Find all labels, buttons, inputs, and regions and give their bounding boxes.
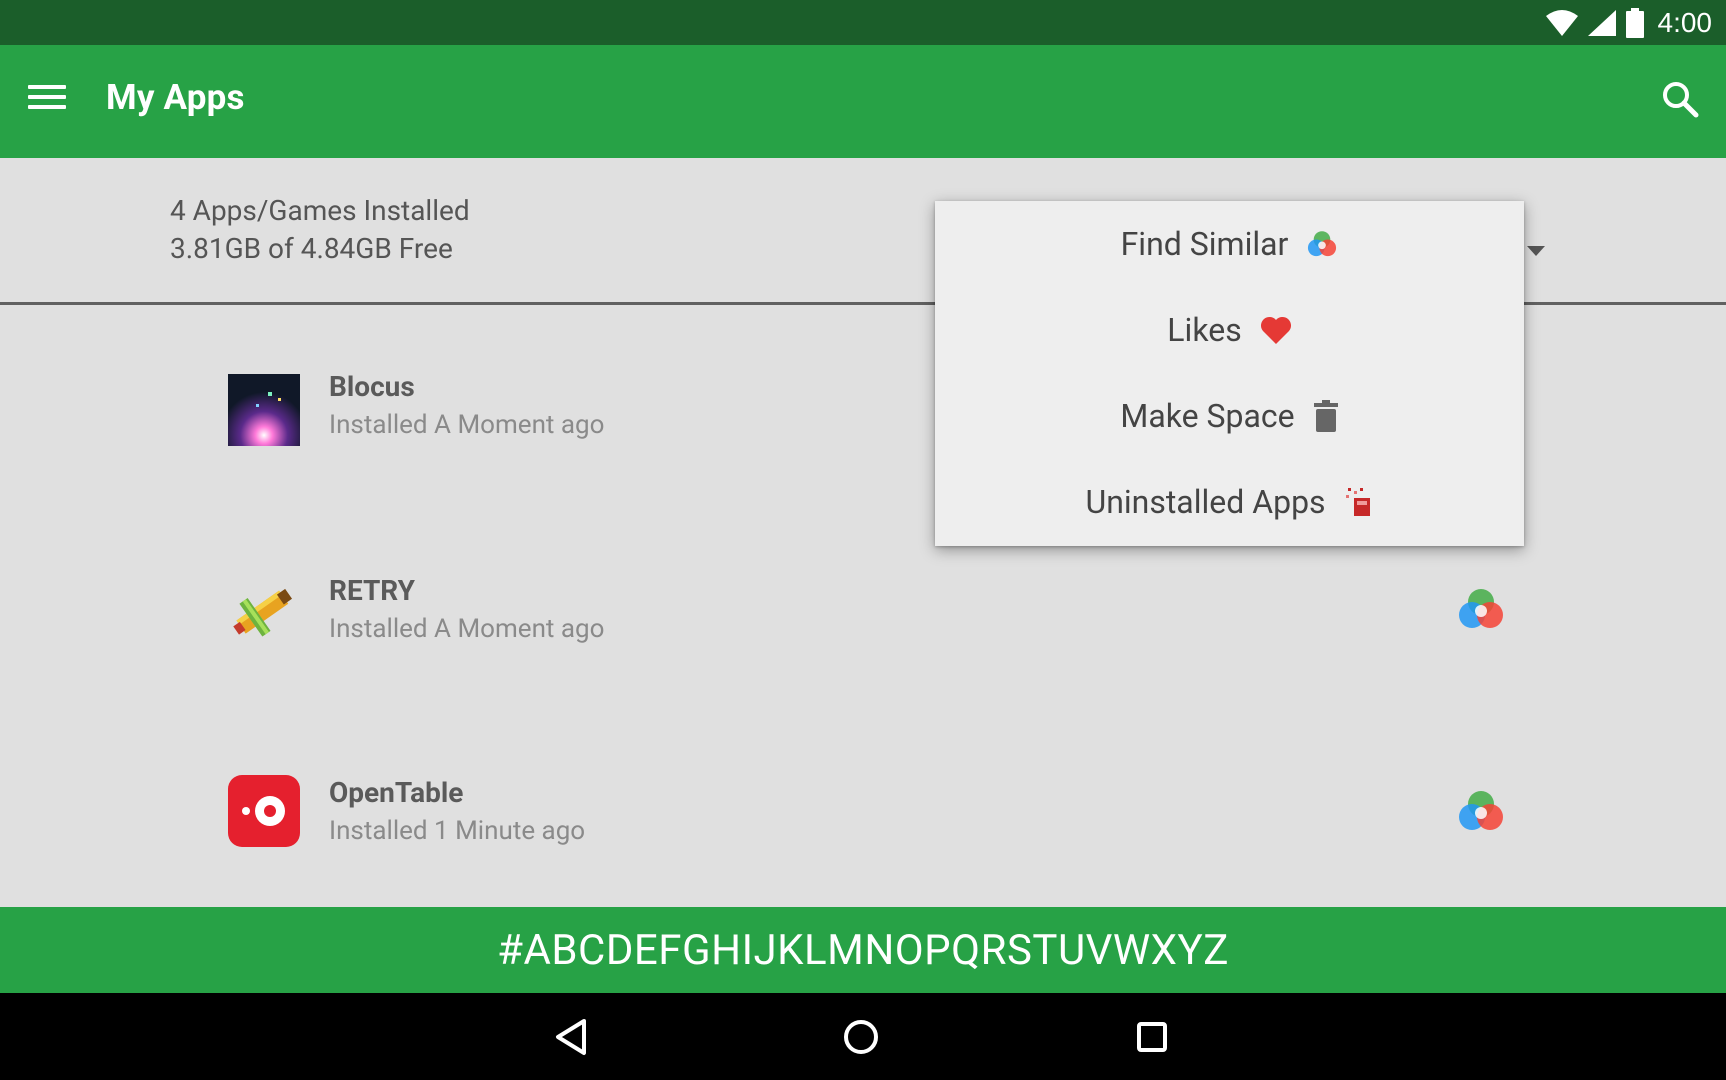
menu-item-label: Likes <box>1167 311 1242 349</box>
storage-free: 3.81GB of 4.84GB Free <box>170 232 453 265</box>
menu-item-label: Make Space <box>1120 397 1295 435</box>
status-time: 4:00 <box>1657 7 1713 38</box>
app-name: OpenTable <box>329 776 464 809</box>
app-bar: My Apps <box>0 45 1726 158</box>
app-name: RETRY <box>329 574 415 607</box>
wifi-icon <box>1545 10 1578 36</box>
status-bar: 4:00 <box>0 0 1726 45</box>
find-similar-icon[interactable] <box>1456 788 1506 834</box>
trash-icon <box>1313 400 1338 432</box>
alphabet-index-bar[interactable]: #ABCDEFGHIJKLMNOPQRSTUVWXYZ <box>0 907 1726 993</box>
find-similar-icon <box>1308 231 1337 257</box>
page-title: My Apps <box>106 77 245 118</box>
menu-item-likes[interactable]: Likes <box>935 287 1524 373</box>
alphabet-letters[interactable]: #ABCDEFGHIJKLMNOPQRSTUVWXYZ <box>497 926 1229 975</box>
home-icon[interactable] <box>836 1013 886 1061</box>
dropdown-arrow-icon[interactable] <box>1527 246 1545 256</box>
menu-item-label: Find Similar <box>1120 225 1289 263</box>
uninstalled-apps-icon <box>1345 488 1370 516</box>
app-install-time: Installed A Moment ago <box>329 614 605 644</box>
signal-icon <box>1587 10 1616 36</box>
installed-count: 4 Apps/Games Installed <box>170 194 470 227</box>
heart-icon <box>1260 316 1291 344</box>
status-icons: 4:00 <box>1545 6 1713 40</box>
menu-item-make-space[interactable]: Make Space <box>935 373 1524 459</box>
opentable-app-icon <box>228 775 300 847</box>
menu-item-find-similar[interactable]: Find Similar <box>935 201 1524 287</box>
app-install-time: Installed A Moment ago <box>329 410 605 440</box>
back-icon[interactable] <box>546 1013 596 1061</box>
sort-menu: Find Similar Likes Make Space Uninstalle… <box>935 201 1524 546</box>
battery-icon <box>1625 8 1644 38</box>
app-install-time: Installed 1 Minute ago <box>329 816 586 846</box>
menu-icon[interactable] <box>28 85 68 115</box>
retry-app-icon <box>233 588 293 637</box>
system-nav-bar <box>0 993 1726 1080</box>
menu-item-uninstalled-apps[interactable]: Uninstalled Apps <box>935 459 1524 545</box>
menu-item-label: Uninstalled Apps <box>1085 483 1326 521</box>
search-icon[interactable] <box>1658 77 1704 123</box>
app-name: Blocus <box>329 370 415 403</box>
recents-icon[interactable] <box>1127 1013 1177 1061</box>
list-item[interactable]: OpenTable Installed 1 Minute ago <box>0 710 1726 910</box>
find-similar-icon[interactable] <box>1456 586 1506 632</box>
blocus-app-icon <box>228 374 300 446</box>
